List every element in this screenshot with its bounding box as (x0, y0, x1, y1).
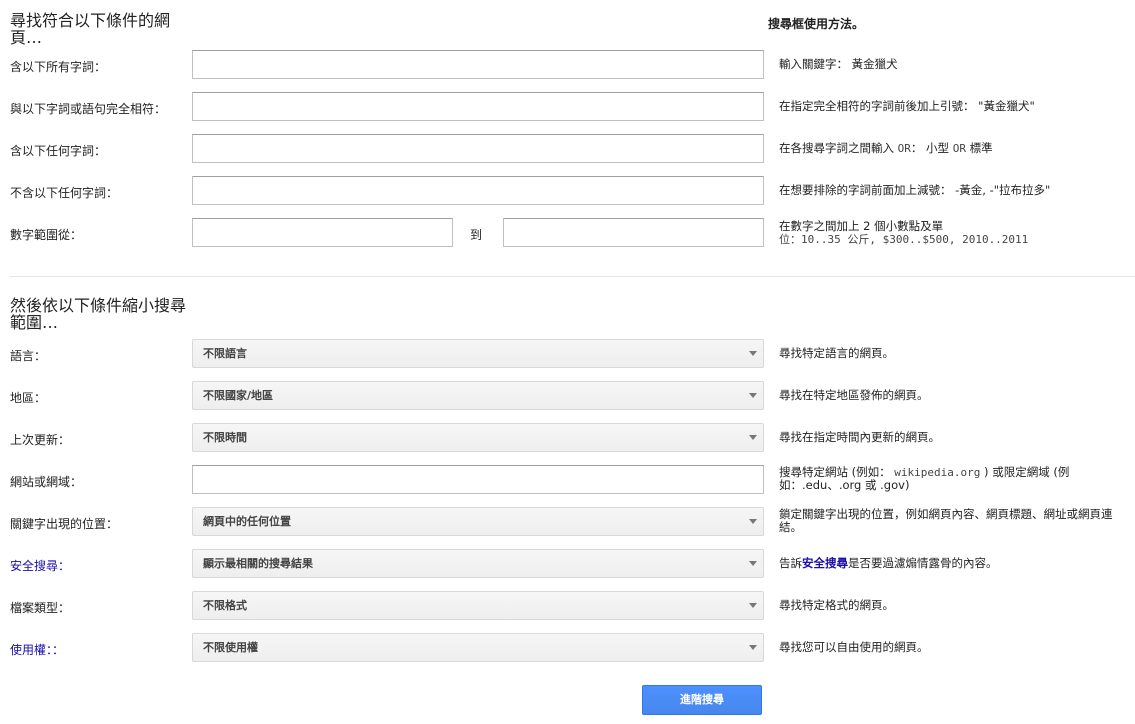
last-update-help: 尋找在指定時間內更新的網頁。 (779, 430, 940, 444)
section-title-find-pages: 尋找符合以下條件的網 頁… (10, 11, 171, 47)
advanced-search-button[interactable]: 進階搜尋 (642, 685, 762, 715)
any-words-label: 含以下任何字詞： (10, 144, 107, 158)
safesearch-help: 告訴安全搜尋是否要過濾煽情露骨的內容。 (779, 556, 998, 570)
number-range-to-label: 到 (470, 228, 483, 242)
region-select[interactable]: 不限國家/地區 (192, 381, 764, 410)
chevron-down-icon (749, 435, 757, 440)
terms-appearing-label: 關鍵字出現的位置： (10, 517, 119, 531)
chevron-down-icon (749, 561, 757, 566)
all-words-label: 含以下所有字詞： (10, 60, 107, 74)
none-words-help: 在想要排除的字詞前面加上減號： -黃金, -"拉布拉多" (779, 183, 1051, 197)
none-words-label: 不含以下任何字詞： (10, 186, 119, 200)
exact-phrase-label: 與以下字詞或語句完全相符： (10, 102, 167, 116)
chevron-down-icon (749, 645, 757, 650)
region-help: 尋找在特定地區發佈的網頁。 (779, 388, 929, 402)
file-type-help: 尋找特定格式的網頁。 (779, 598, 894, 612)
last-update-select[interactable]: 不限時間 (192, 423, 764, 452)
site-domain-input[interactable] (192, 465, 764, 494)
chevron-down-icon (749, 603, 757, 608)
chevron-down-icon (749, 519, 757, 524)
site-domain-label: 網站或網域： (10, 475, 83, 489)
file-type-select[interactable]: 不限格式 (192, 591, 764, 620)
file-type-label: 檔案類型： (10, 601, 71, 615)
number-range-from-input[interactable] (192, 218, 453, 247)
none-words-input[interactable] (192, 176, 764, 205)
chevron-down-icon (749, 351, 757, 356)
search-box-help-header: 搜尋框使用方法。 (768, 17, 865, 31)
language-select[interactable]: 不限語言 (192, 339, 764, 368)
safesearch-label[interactable]: 安全搜尋： (10, 557, 70, 574)
site-domain-help: 搜尋特定網站 (例如： wikipedia.org ) 或限定網域 (例 如：.… (779, 465, 1070, 492)
number-range-label: 數字範圍從： (10, 228, 83, 242)
section-divider (10, 276, 1135, 277)
exact-phrase-help: 在指定完全相符的字詞前後加上引號： "黃金獵犬" (779, 99, 1035, 113)
chevron-down-icon (749, 393, 757, 398)
exact-phrase-input[interactable] (192, 92, 764, 121)
terms-appearing-help: 鎖定關鍵字出現的位置，例如網頁內容、網頁標題、網址或網頁連 結。 (779, 507, 1113, 534)
language-help: 尋找特定語言的網頁。 (779, 346, 894, 360)
number-range-help: 在數字之間加上 2 個小數點及單 位：10..35 公斤, $300..$500… (779, 219, 1029, 247)
last-update-label: 上次更新： (10, 433, 71, 447)
language-label: 語言： (10, 349, 47, 363)
safesearch-select[interactable]: 顯示最相關的搜尋結果 (192, 549, 764, 578)
section-title-narrow-results: 然後依以下條件縮小搜尋 範圍… (10, 296, 187, 332)
usage-rights-help: 尋找您可以自由使用的網頁。 (779, 640, 929, 654)
usage-rights-label[interactable]: 使用權：： (10, 641, 64, 658)
any-words-help: 在各搜尋字詞之間輸入 OR： 小型 OR 標準 (779, 141, 993, 156)
region-label: 地區： (10, 391, 47, 405)
terms-appearing-select[interactable]: 網頁中的任何位置 (192, 507, 764, 536)
all-words-help: 輸入關鍵字： 黃金獵犬 (779, 57, 898, 71)
safesearch-link[interactable]: 安全搜尋 (802, 556, 848, 570)
all-words-input[interactable] (192, 50, 764, 79)
number-range-to-input[interactable] (503, 218, 764, 247)
usage-rights-select[interactable]: 不限使用權 (192, 633, 764, 662)
any-words-input[interactable] (192, 134, 764, 163)
